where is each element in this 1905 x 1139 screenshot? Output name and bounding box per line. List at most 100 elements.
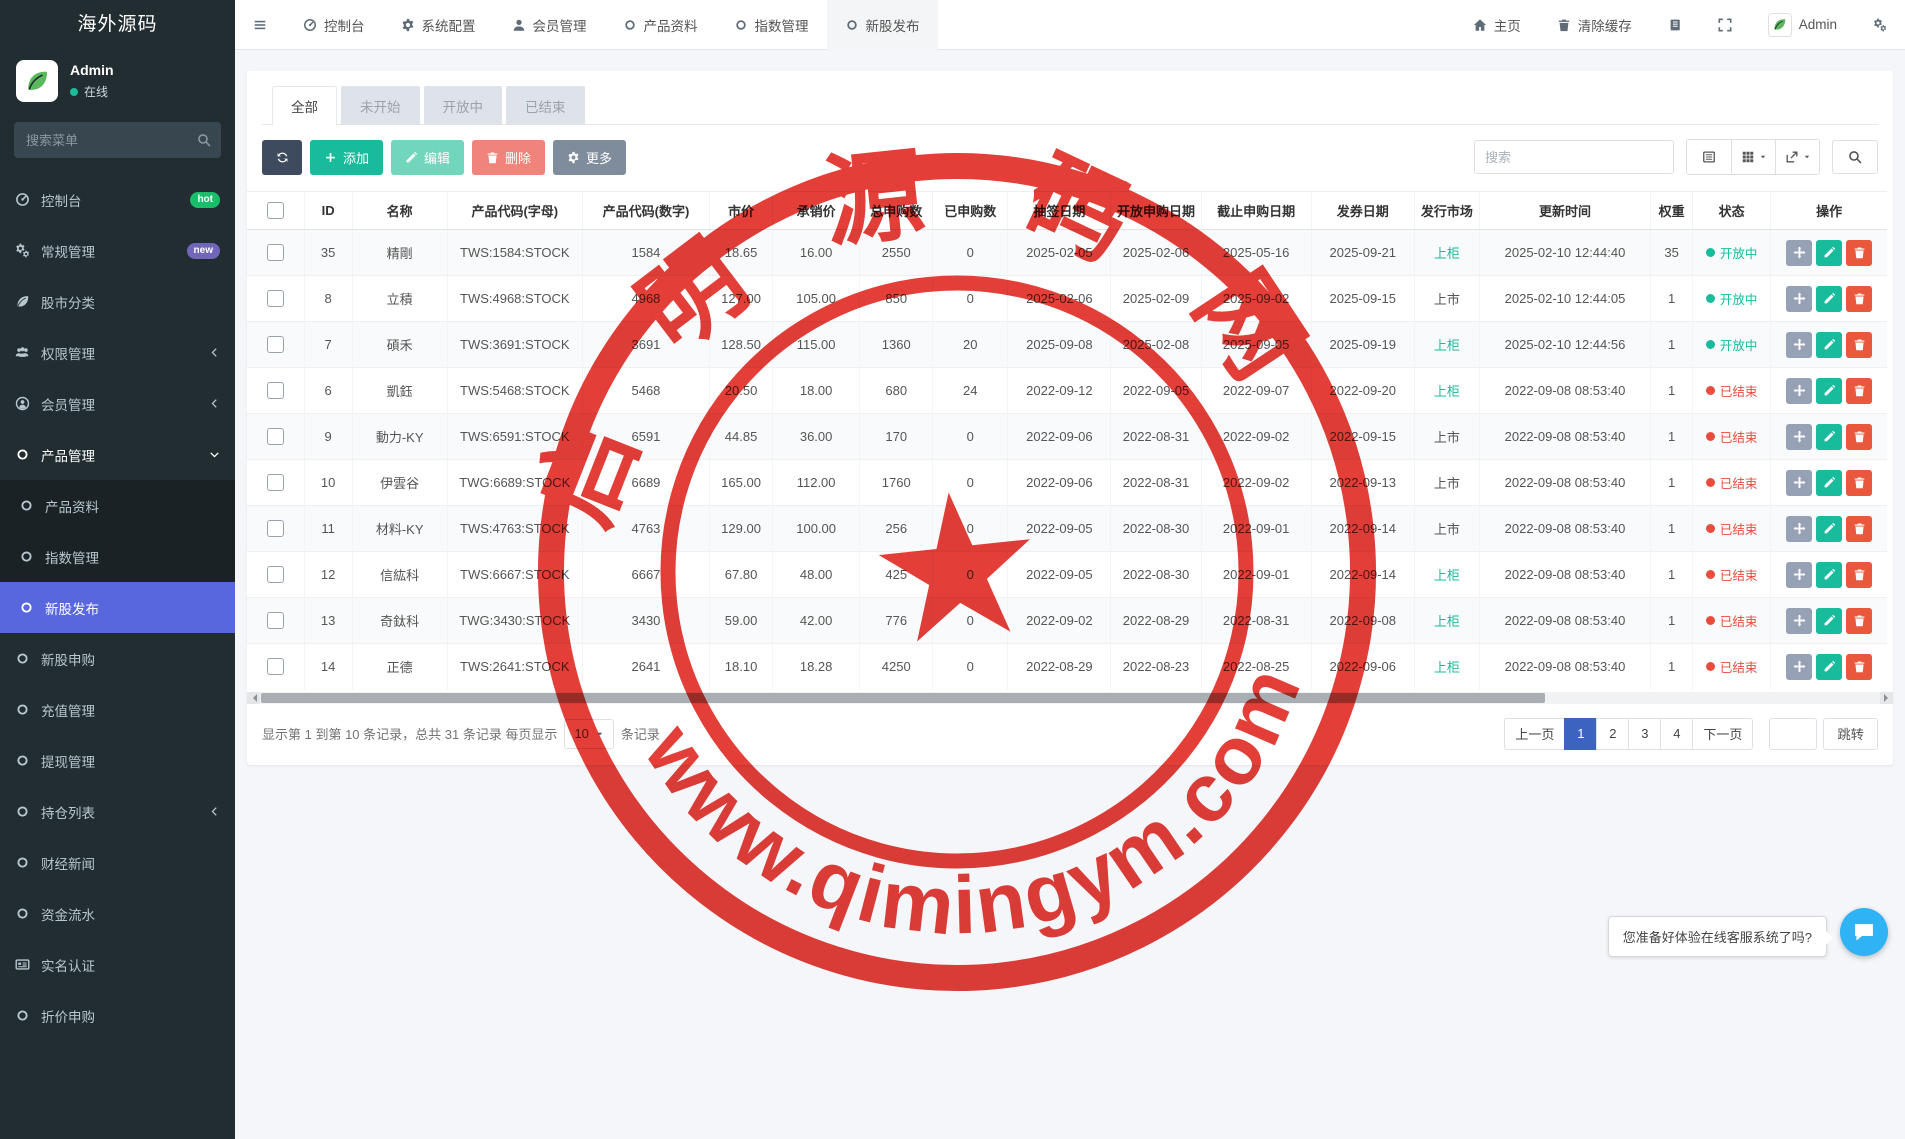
row-checkbox[interactable]	[267, 290, 284, 307]
row-edit-button[interactable]	[1816, 332, 1842, 358]
row-delete-button[interactable]	[1846, 332, 1872, 358]
export-button[interactable]	[1775, 140, 1819, 174]
jump-page-input[interactable]	[1769, 718, 1817, 750]
market-value[interactable]: 上柜	[1434, 246, 1460, 261]
row-delete-button[interactable]	[1846, 470, 1872, 496]
move-button[interactable]	[1786, 286, 1812, 312]
row-delete-button[interactable]	[1846, 654, 1872, 680]
topnav-item-1[interactable]: 控制台	[285, 0, 383, 50]
row-delete-button[interactable]	[1846, 516, 1872, 542]
row-checkbox[interactable]	[267, 612, 284, 629]
sidebar-item-12[interactable]: 提现管理	[0, 735, 235, 786]
sidebar-item-4[interactable]: 权限管理	[0, 327, 235, 378]
table-search-input[interactable]	[1474, 140, 1674, 174]
edit-button[interactable]: 编辑	[391, 140, 464, 175]
user-menu[interactable]: Admin	[1750, 0, 1855, 50]
docs-button[interactable]	[1650, 0, 1700, 50]
market-value[interactable]: 上柜	[1434, 660, 1460, 675]
sidebar-item-5[interactable]: 会员管理	[0, 378, 235, 429]
refresh-button[interactable]	[262, 140, 302, 175]
page-button-2[interactable]: 2	[1596, 718, 1629, 750]
move-button[interactable]	[1786, 332, 1812, 358]
tab-1[interactable]: 全部	[272, 86, 337, 125]
row-edit-button[interactable]	[1816, 378, 1842, 404]
move-button[interactable]	[1786, 424, 1812, 450]
clear-cache-button[interactable]: 清除缓存	[1539, 0, 1650, 50]
scroll-right-button[interactable]	[1880, 692, 1893, 704]
move-button[interactable]	[1786, 654, 1812, 680]
sidebar-item-15[interactable]: 资金流水	[0, 888, 235, 939]
topnav-item-6[interactable]: 新股发布	[827, 0, 938, 50]
topnav-item-2[interactable]: 系统配置	[383, 0, 494, 50]
sidebar-item-1[interactable]: 控制台hot	[0, 174, 235, 225]
home-button[interactable]: 主页	[1455, 0, 1539, 50]
row-checkbox[interactable]	[267, 336, 284, 353]
sidebar-item-13[interactable]: 持仓列表	[0, 786, 235, 837]
row-checkbox[interactable]	[267, 428, 284, 445]
more-button[interactable]: 更多	[553, 140, 626, 175]
tab-4[interactable]: 已结束	[506, 86, 585, 125]
sidebar-item-10[interactable]: 新股申购	[0, 633, 235, 684]
row-checkbox[interactable]	[267, 382, 284, 399]
topnav-item-5[interactable]: 指数管理	[716, 0, 827, 50]
topnav-item-4[interactable]: 产品资料	[605, 0, 716, 50]
sidebar-item-9[interactable]: 新股发布	[0, 582, 235, 633]
page-button-1[interactable]: 1	[1564, 718, 1597, 750]
jump-button[interactable]: 跳转	[1823, 718, 1878, 750]
prev-page-button[interactable]: 上一页	[1504, 718, 1565, 750]
move-button[interactable]	[1786, 378, 1812, 404]
sidebar-item-16[interactable]: 实名认证	[0, 939, 235, 990]
row-checkbox[interactable]	[267, 658, 284, 675]
chat-button[interactable]	[1840, 908, 1888, 956]
settings-button[interactable]	[1855, 0, 1905, 50]
row-delete-button[interactable]	[1846, 562, 1872, 588]
row-checkbox[interactable]	[267, 244, 284, 261]
row-delete-button[interactable]	[1846, 608, 1872, 634]
scrollbar-thumb[interactable]	[261, 693, 1545, 703]
delete-button[interactable]: 删除	[472, 140, 545, 175]
next-page-button[interactable]: 下一页	[1692, 718, 1753, 750]
horizontal-scrollbar[interactable]	[247, 692, 1893, 704]
row-edit-button[interactable]	[1816, 424, 1842, 450]
sidebar-search-input[interactable]	[14, 122, 221, 158]
sidebar-item-17[interactable]: 折价申购	[0, 990, 235, 1041]
market-value[interactable]: 上柜	[1434, 568, 1460, 583]
search-toggle-button[interactable]	[1832, 140, 1878, 174]
topnav-item-3[interactable]: 会员管理	[494, 0, 605, 50]
sidebar-item-6[interactable]: 产品管理	[0, 429, 235, 480]
page-button-4[interactable]: 4	[1660, 718, 1693, 750]
move-button[interactable]	[1786, 516, 1812, 542]
row-edit-button[interactable]	[1816, 470, 1842, 496]
row-edit-button[interactable]	[1816, 654, 1842, 680]
sidebar-toggle-button[interactable]	[235, 0, 285, 50]
add-button[interactable]: 添加	[310, 140, 383, 175]
row-delete-button[interactable]	[1846, 424, 1872, 450]
row-edit-button[interactable]	[1816, 240, 1842, 266]
sidebar-item-8[interactable]: 指数管理	[0, 531, 235, 582]
row-checkbox[interactable]	[267, 566, 284, 583]
sidebar-item-3[interactable]: 股市分类	[0, 276, 235, 327]
row-delete-button[interactable]	[1846, 286, 1872, 312]
market-value[interactable]: 上柜	[1434, 384, 1460, 399]
market-value[interactable]: 上柜	[1434, 338, 1460, 353]
market-value[interactable]: 上柜	[1434, 614, 1460, 629]
row-delete-button[interactable]	[1846, 378, 1872, 404]
tab-2[interactable]: 未开始	[341, 86, 420, 125]
move-button[interactable]	[1786, 240, 1812, 266]
sidebar-item-14[interactable]: 财经新闻	[0, 837, 235, 888]
select-all-checkbox[interactable]	[267, 202, 284, 219]
row-checkbox[interactable]	[267, 474, 284, 491]
row-edit-button[interactable]	[1816, 608, 1842, 634]
row-edit-button[interactable]	[1816, 562, 1842, 588]
detail-view-button[interactable]	[1687, 140, 1731, 174]
columns-button[interactable]	[1731, 140, 1775, 174]
page-size-select[interactable]: 10	[564, 719, 613, 749]
scroll-left-button[interactable]	[247, 692, 260, 704]
row-edit-button[interactable]	[1816, 286, 1842, 312]
sidebar-item-2[interactable]: 常规管理new	[0, 225, 235, 276]
sidebar-item-11[interactable]: 充值管理	[0, 684, 235, 735]
move-button[interactable]	[1786, 470, 1812, 496]
tab-3[interactable]: 开放中	[424, 86, 503, 125]
row-checkbox[interactable]	[267, 520, 284, 537]
sidebar-item-7[interactable]: 产品资料	[0, 480, 235, 531]
